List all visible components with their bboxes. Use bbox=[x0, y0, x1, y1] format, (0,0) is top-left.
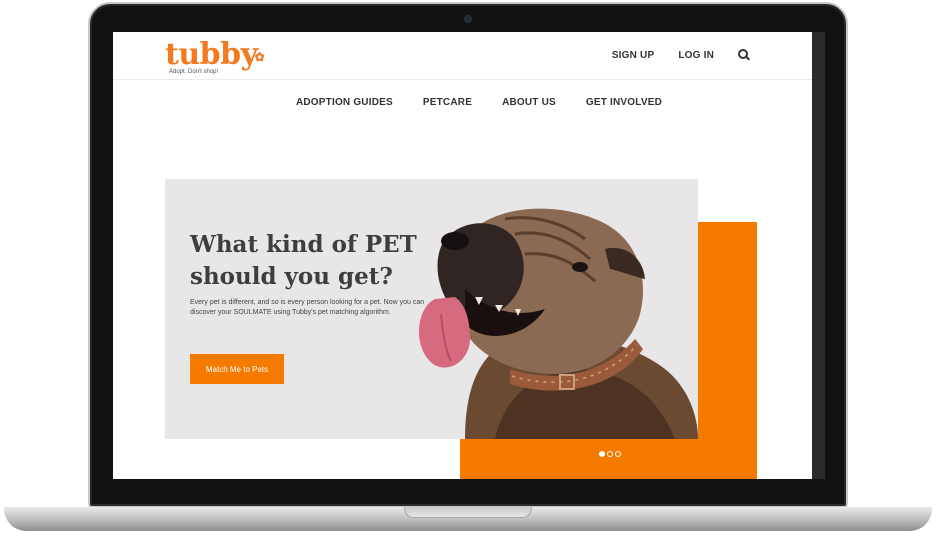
screen: tubby✿ Adopt. Don't shop! SIGN UP LOG IN… bbox=[113, 32, 825, 479]
brand-logo[interactable]: tubby✿ bbox=[165, 38, 267, 72]
log-in-link[interactable]: LOG IN bbox=[678, 50, 714, 61]
carousel-dot-3[interactable] bbox=[615, 451, 621, 457]
site-header: tubby✿ Adopt. Don't shop! SIGN UP LOG IN bbox=[113, 32, 825, 80]
carousel-dot-1[interactable] bbox=[599, 451, 605, 457]
carousel-dot-2[interactable] bbox=[607, 451, 613, 457]
carousel-dots bbox=[599, 451, 621, 457]
search-icon[interactable] bbox=[738, 49, 750, 61]
nav-item-get-involved[interactable]: GET INVOLVED bbox=[586, 97, 662, 108]
laptop-mockup: tubby✿ Adopt. Don't shop! SIGN UP LOG IN… bbox=[0, 0, 936, 544]
bulldog-photo bbox=[418, 208, 698, 439]
top-nav: SIGN UP LOG IN bbox=[612, 49, 750, 61]
nav-item-petcare[interactable]: PETCARE bbox=[423, 97, 472, 108]
main-nav: ADOPTION GUIDES PETCARE ABOUT US GET INV… bbox=[113, 97, 825, 108]
hero-banner: What kind of PET should you get? Every p… bbox=[165, 179, 698, 439]
brand-name: tubby bbox=[165, 37, 258, 72]
laptop-notch bbox=[404, 507, 532, 518]
nav-item-adoption-guides[interactable]: ADOPTION GUIDES bbox=[296, 97, 393, 108]
dog-tongue bbox=[418, 297, 470, 368]
webcam bbox=[464, 15, 472, 23]
dog-eye bbox=[572, 262, 588, 272]
page-scrollbar[interactable] bbox=[812, 32, 825, 479]
nav-item-about-us[interactable]: ABOUT US bbox=[502, 97, 556, 108]
paw-icon: ✿ bbox=[254, 50, 265, 64]
brand-tagline: Adopt. Don't shop! bbox=[169, 69, 219, 75]
sign-up-link[interactable]: SIGN UP bbox=[612, 50, 655, 61]
dog-nose bbox=[441, 232, 469, 250]
